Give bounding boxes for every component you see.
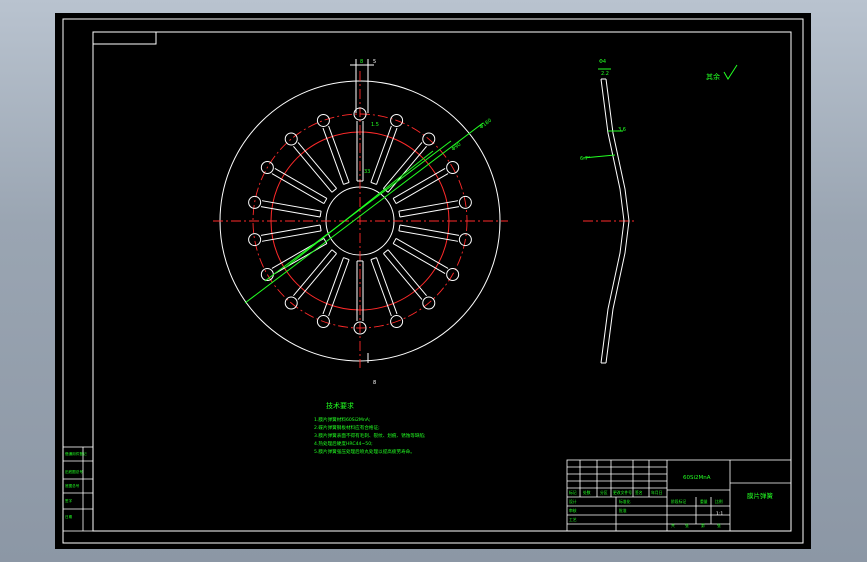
note-3: 3.膜片弹簧表面不得有毛刺、裂纹、划痕、锈蚀等缺陷; bbox=[314, 432, 426, 439]
tb-lbl-jieduan: 阶段标记 bbox=[671, 499, 686, 504]
title-block: 60Si2MnA 膜片弹簧 1:1 标记 处数 分区 更改文件号 签名 年月日 … bbox=[566, 459, 792, 532]
front-view: 8 5 1.5 33 Φ90 Φ180 8 bbox=[213, 59, 508, 386]
finger-slot bbox=[398, 200, 460, 218]
finger-slot bbox=[260, 200, 322, 218]
side-label-1: 借通用件登记 bbox=[65, 451, 87, 456]
tb-lbl-chushu: 处数 bbox=[583, 490, 591, 495]
side-registration-table: 借通用件登记 旧底图总号 底图总号 签字 日期 bbox=[62, 446, 94, 532]
material-label: 60Si2MnA bbox=[683, 475, 711, 481]
note-4: 4.热处理后硬度HRC44~50; bbox=[314, 440, 373, 447]
finger-slot bbox=[392, 167, 449, 205]
finger-slot bbox=[383, 249, 427, 300]
finger-hole bbox=[248, 233, 262, 247]
side-view: Φ4 2.2 3.6 6.7° bbox=[580, 59, 637, 364]
technical-notes: 技术要求 1.膜片弹簧材料60Si2MnA; 2.碟片弹簧钢板材料应有合格证; … bbox=[314, 401, 426, 455]
side-label-5: 日期 bbox=[65, 514, 73, 519]
finger-slot bbox=[392, 237, 449, 275]
finger-hole bbox=[284, 132, 298, 146]
dim-dia-1: Φ90 bbox=[451, 142, 463, 153]
finger-slot bbox=[293, 249, 337, 300]
cad-viewport[interactable]: 8 5 1.5 33 Φ90 Φ180 8 Φ4 2.2 3.6 6.7° 其余… bbox=[55, 13, 811, 549]
roughness-symbol: 其余 bbox=[706, 64, 738, 81]
note-5: 5.膜片弹簧强压处理后喷丸处理以提高疲劳寿命。 bbox=[314, 448, 415, 455]
dim-t1: 2.2 bbox=[601, 71, 609, 77]
side-label-2: 旧底图总号 bbox=[65, 469, 83, 474]
tb-lbl-zhongliang: 重量 bbox=[700, 499, 708, 504]
dim-dia-2: Φ180 bbox=[479, 118, 493, 131]
finger-hole bbox=[248, 195, 262, 209]
tb-lbl-nianyueri: 年月日 bbox=[651, 490, 663, 495]
scale-value: 1:1 bbox=[716, 511, 723, 517]
drawing-border-outer bbox=[62, 18, 804, 544]
note-2: 2.碟片弹簧钢板材料应有合格证; bbox=[314, 424, 380, 431]
tb-lbl-di: 第 bbox=[701, 523, 705, 528]
dim-angle: 6.7° bbox=[580, 156, 591, 162]
tb-lbl-zhang1: 张 bbox=[685, 523, 689, 528]
corner-code-box bbox=[92, 31, 157, 45]
side-label-4: 签字 bbox=[65, 498, 73, 503]
drawing-border-inner bbox=[92, 31, 792, 532]
finger-hole bbox=[316, 113, 330, 127]
finger-slot bbox=[260, 224, 322, 242]
dim-bottom: 8 bbox=[373, 380, 376, 386]
tb-lbl-zhang2: 张 bbox=[717, 523, 721, 528]
tb-lbl-pizhun: 批准 bbox=[619, 508, 627, 513]
tb-lbl-gongyi: 工艺 bbox=[569, 517, 577, 522]
finger-slot bbox=[398, 224, 460, 242]
cad-drawing: 8 5 1.5 33 Φ90 Φ180 8 Φ4 2.2 3.6 6.7° 其余… bbox=[62, 18, 804, 544]
tb-lbl-qianming: 签名 bbox=[635, 490, 643, 495]
tb-lbl-biaoji: 标记 bbox=[569, 490, 577, 495]
tb-lbl-sheji: 设计 bbox=[569, 499, 577, 504]
tb-lbl-biaozhunhua: 标准化 bbox=[619, 499, 631, 504]
roughness-note: 其余 bbox=[706, 72, 720, 81]
tb-lbl-fenqu: 分区 bbox=[600, 490, 608, 495]
dim-depth: 33 bbox=[364, 169, 370, 175]
finger-slot bbox=[271, 167, 328, 205]
note-1: 1.膜片弹簧材料60Si2MnA; bbox=[314, 416, 371, 423]
dim-slot-small: 5 bbox=[373, 59, 376, 65]
dim-gap: 1.5 bbox=[371, 122, 379, 128]
side-label-3: 底图总号 bbox=[65, 483, 80, 488]
tb-lbl-shenhe: 审核 bbox=[569, 508, 577, 513]
tb-lbl-gong: 共 bbox=[671, 523, 675, 528]
tb-lbl-genggai: 更改文件号 bbox=[613, 490, 632, 495]
dim-slot-width: 8 bbox=[360, 59, 363, 65]
tb-lbl-bili: 比例 bbox=[715, 499, 723, 504]
dim-t2: 3.6 bbox=[618, 127, 626, 133]
notes-title: 技术要求 bbox=[326, 401, 354, 410]
finger-slot bbox=[293, 142, 337, 193]
dim-thickness: Φ4 bbox=[599, 59, 606, 65]
check-icon bbox=[723, 64, 738, 80]
part-name: 膜片弹簧 bbox=[747, 491, 774, 500]
